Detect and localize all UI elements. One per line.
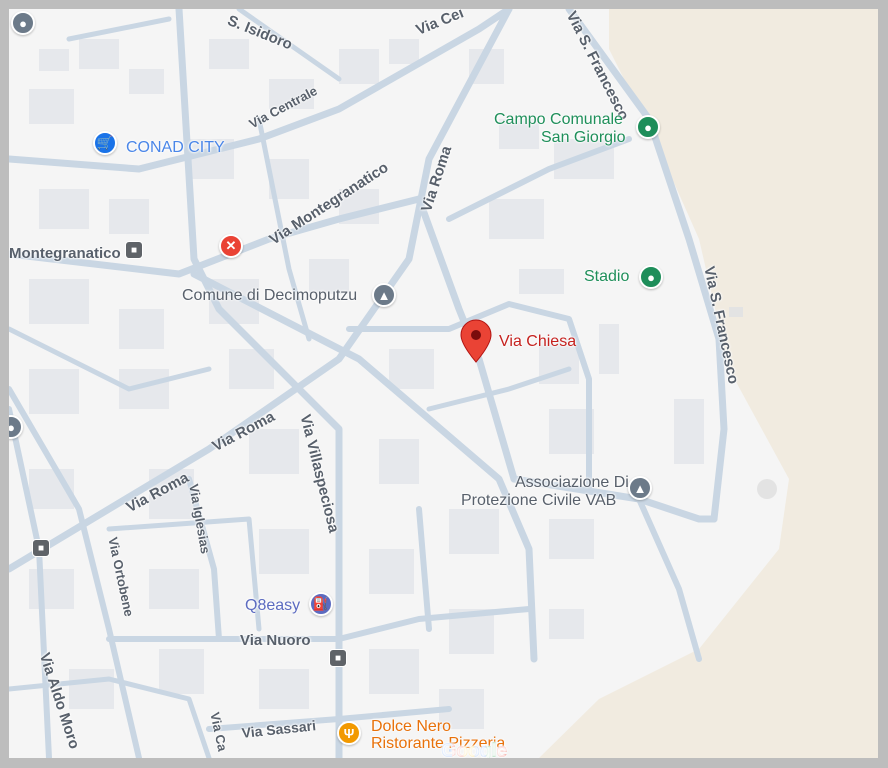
poi-associazione-line2[interactable]: Protezione Civile VAB xyxy=(461,493,616,509)
park-icon[interactable]: ● xyxy=(639,265,663,289)
poi-dolce-nero-line1[interactable]: Dolce Nero xyxy=(371,719,451,735)
government-building-icon[interactable]: ▲ xyxy=(372,283,396,307)
street-label-via-nuoro: Via Nuoro xyxy=(240,632,311,649)
poi-q8easy[interactable]: Q8easy xyxy=(245,598,300,614)
google-logo-text: Google xyxy=(441,740,507,758)
poi-associazione-line1[interactable]: Associazione Di xyxy=(515,475,629,491)
poi-via-chiesa[interactable]: Via Chiesa xyxy=(499,334,576,350)
restaurant-icon[interactable]: Ψ xyxy=(337,721,361,745)
shopping-cart-icon[interactable]: 🛒 xyxy=(93,131,117,155)
poi-conad-city[interactable]: CONAD CITY xyxy=(126,140,225,156)
poi-comune-di-decimoputzu[interactable]: Comune di Decimoputzu xyxy=(182,288,357,304)
poi-campo-comunale-line2[interactable]: San Giorgio xyxy=(541,130,626,146)
map-viewport[interactable]: S. Isidoro Via Cei Via Centrale Via Mont… xyxy=(9,9,878,758)
poi-stadio[interactable]: Stadio xyxy=(584,269,629,285)
bus-stop-icon[interactable]: ■ xyxy=(125,241,143,259)
bus-stop-icon[interactable]: ■ xyxy=(32,539,50,557)
gas-station-icon[interactable]: ⛽ xyxy=(309,592,333,616)
poi-campo-comunale-line1[interactable]: Campo Comunale xyxy=(494,112,623,128)
location-pin-icon[interactable] xyxy=(459,319,493,363)
government-building-icon[interactable]: ▲ xyxy=(628,476,652,500)
landmark-icon[interactable]: ✕ xyxy=(219,234,243,258)
bus-stop-icon[interactable]: ■ xyxy=(329,649,347,667)
street-label-montegranatico: Montegranatico xyxy=(9,245,121,262)
google-attribution: Google xyxy=(441,740,507,758)
park-icon[interactable]: ● xyxy=(636,115,660,139)
landmark-icon[interactable]: ● xyxy=(11,11,35,35)
map-canvas[interactable] xyxy=(9,9,878,758)
